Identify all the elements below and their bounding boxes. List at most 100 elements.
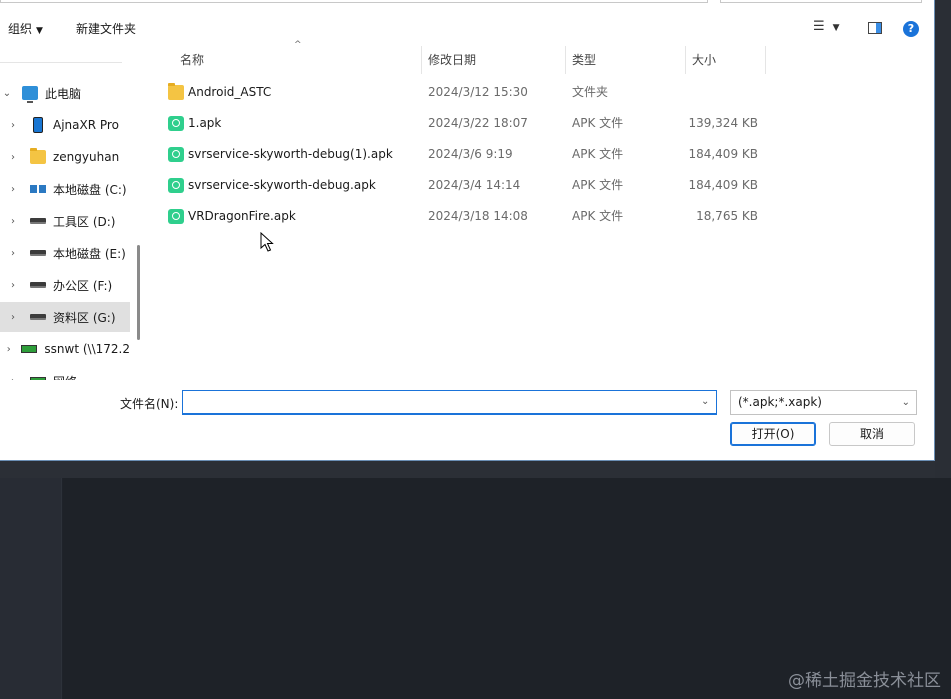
windows-drive-icon bbox=[30, 185, 46, 193]
file-size bbox=[648, 77, 758, 108]
file-type: APK 文件 bbox=[572, 147, 624, 161]
nav-item-label: 办公区 (F:) bbox=[53, 278, 113, 293]
nav-item-ajnaxr[interactable]: › AjnaXR Pro bbox=[0, 110, 130, 140]
file-date: 2024/3/4 14:14 bbox=[428, 178, 521, 192]
filename-input[interactable] bbox=[182, 390, 717, 415]
chevron-down-icon: ▼ bbox=[36, 26, 43, 36]
search-box[interactable] bbox=[720, 0, 922, 3]
file-list: ^ 名称 修改日期 类型 大小 Android_ASTC 2024/3/12 1… bbox=[150, 40, 935, 376]
file-name: 1.apk bbox=[188, 116, 222, 130]
nav-item-this-pc[interactable]: ⌄ 此电脑 bbox=[0, 78, 130, 108]
column-header-size[interactable]: 大小 bbox=[684, 46, 766, 74]
background-band bbox=[0, 460, 951, 478]
help-icon[interactable]: ? bbox=[903, 21, 919, 37]
organize-button[interactable]: 组织 ▼ bbox=[8, 20, 43, 37]
file-name: svrservice-skyworth-debug(1).apk bbox=[188, 147, 393, 161]
network-icon bbox=[30, 377, 46, 380]
drive-icon bbox=[30, 314, 46, 320]
toolbar: 组织 ▼ 新建文件夹 bbox=[0, 14, 935, 44]
file-size: 18,765 KB bbox=[696, 209, 758, 223]
file-type: APK 文件 bbox=[572, 178, 624, 192]
folder-icon bbox=[30, 148, 46, 164]
chevron-right-icon[interactable]: › bbox=[6, 216, 20, 227]
folder-icon bbox=[168, 83, 184, 100]
background-sidebar bbox=[0, 478, 62, 699]
file-row[interactable]: Android_ASTC 2024/3/12 15:30 文件夹 bbox=[150, 77, 935, 108]
chevron-right-icon[interactable]: › bbox=[6, 184, 20, 195]
nav-scrollbar[interactable] bbox=[137, 245, 140, 340]
new-folder-button[interactable]: 新建文件夹 bbox=[76, 20, 136, 37]
background-right-strip bbox=[935, 0, 951, 478]
phone-icon bbox=[33, 117, 43, 133]
file-row[interactable]: svrservice-skyworth-debug.apk 2024/3/4 1… bbox=[150, 170, 935, 201]
view-options-button[interactable]: ☰ ▼ bbox=[813, 19, 853, 39]
nav-item-label: 网络 bbox=[53, 373, 77, 381]
file-date: 2024/3/12 15:30 bbox=[428, 85, 528, 99]
column-header-date[interactable]: 修改日期 bbox=[420, 46, 566, 74]
open-file-dialog: 组织 ▼ 新建文件夹 ☰ ▼ ? ⌄ 此电脑 › AjnaXR Pro › zeng… bbox=[0, 0, 935, 461]
nav-item-label: 此电脑 bbox=[45, 86, 82, 101]
file-date: 2024/3/6 9:19 bbox=[428, 147, 513, 161]
file-type: APK 文件 bbox=[572, 209, 624, 223]
chevron-right-icon[interactable]: › bbox=[6, 248, 20, 259]
file-size: 139,324 KB bbox=[688, 116, 758, 130]
nav-item-drive-g[interactable]: › 资料区 (G:) bbox=[0, 302, 130, 332]
apk-file-icon bbox=[168, 116, 184, 131]
nav-item-label: 资料区 (G:) bbox=[53, 310, 116, 325]
mouse-pointer-icon bbox=[260, 232, 274, 252]
drive-icon bbox=[30, 282, 46, 288]
apk-file-icon bbox=[168, 209, 184, 224]
column-header-name[interactable]: 名称 bbox=[172, 46, 422, 74]
nav-item-network[interactable]: › 网络 bbox=[0, 366, 130, 380]
preview-pane-icon[interactable] bbox=[868, 22, 882, 34]
chevron-right-icon[interactable]: › bbox=[6, 152, 20, 163]
filter-value: (*.apk;*.xapk) bbox=[738, 395, 822, 409]
computer-icon bbox=[22, 86, 38, 103]
file-row[interactable]: svrservice-skyworth-debug(1).apk 2024/3/… bbox=[150, 139, 935, 170]
apk-file-icon bbox=[168, 178, 184, 193]
file-row[interactable]: 1.apk 2024/3/22 18:07 APK 文件 139,324 KB bbox=[150, 108, 935, 139]
address-bar[interactable] bbox=[0, 0, 708, 3]
file-name: svrservice-skyworth-debug.apk bbox=[188, 178, 376, 192]
file-type: 文件夹 bbox=[572, 85, 609, 99]
nav-item-label: ssnwt (\\172.2 bbox=[44, 342, 130, 356]
drive-icon bbox=[30, 218, 46, 224]
nav-item-zengyuhan[interactable]: › zengyuhan bbox=[0, 142, 130, 172]
open-button[interactable]: 打开(O) bbox=[730, 422, 816, 446]
file-type: APK 文件 bbox=[572, 116, 624, 130]
file-date: 2024/3/22 18:07 bbox=[428, 116, 528, 130]
nav-item-drive-e[interactable]: › 本地磁盘 (E:) bbox=[0, 238, 130, 268]
nav-item-drive-d[interactable]: › 工具区 (D:) bbox=[0, 206, 130, 236]
nav-item-label: 本地磁盘 (E:) bbox=[53, 246, 126, 261]
file-name: Android_ASTC bbox=[188, 85, 272, 99]
nav-item-drive-f[interactable]: › 办公区 (F:) bbox=[0, 270, 130, 300]
nav-item-network-share[interactable]: › ssnwt (\\172.2 bbox=[0, 334, 130, 364]
chevron-down-icon: ⌄ bbox=[901, 397, 910, 408]
cancel-button[interactable]: 取消 bbox=[829, 422, 915, 446]
nav-item-label: zengyuhan bbox=[53, 150, 120, 164]
file-row[interactable]: VRDragonFire.apk 2024/3/18 14:08 APK 文件 … bbox=[150, 201, 935, 232]
nav-item-label: 工具区 (D:) bbox=[53, 214, 116, 229]
chevron-right-icon[interactable]: › bbox=[6, 120, 20, 131]
watermark: @稀土掘金技术社区 bbox=[788, 671, 941, 691]
nav-item-drive-c[interactable]: › 本地磁盘 (C:) bbox=[0, 174, 130, 204]
network-drive-icon bbox=[21, 345, 38, 353]
chevron-down-icon: ▼ bbox=[832, 23, 840, 33]
navigation-pane: ⌄ 此电脑 › AjnaXR Pro › zengyuhan › 本地磁盘 (C… bbox=[0, 62, 140, 380]
file-size: 184,409 KB bbox=[688, 178, 758, 192]
chevron-right-icon[interactable]: › bbox=[6, 344, 11, 355]
chevron-right-icon[interactable]: › bbox=[6, 312, 20, 323]
nav-item-label: 本地磁盘 (C:) bbox=[53, 182, 127, 197]
file-size: 184,409 KB bbox=[688, 147, 758, 161]
filename-label: 文件名(N): bbox=[120, 397, 179, 411]
drive-icon bbox=[30, 250, 46, 256]
column-header-type[interactable]: 类型 bbox=[564, 46, 686, 74]
chevron-right-icon[interactable]: › bbox=[6, 280, 20, 291]
chevron-down-icon[interactable]: ⌄ bbox=[0, 88, 14, 99]
chevron-right-icon[interactable]: › bbox=[6, 376, 20, 381]
file-type-filter[interactable]: (*.apk;*.xapk) ⌄ bbox=[730, 390, 917, 415]
organize-label: 组织 bbox=[8, 22, 33, 36]
chevron-down-icon[interactable]: ⌄ bbox=[701, 396, 709, 407]
nav-item-label: AjnaXR Pro bbox=[53, 118, 119, 132]
file-date: 2024/3/18 14:08 bbox=[428, 209, 528, 223]
